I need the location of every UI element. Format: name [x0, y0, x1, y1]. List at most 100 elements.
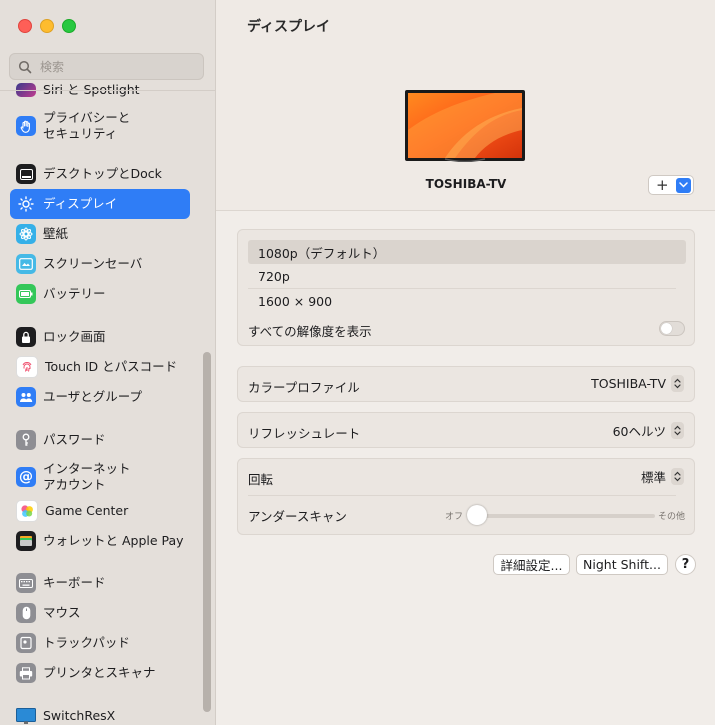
- printer-icon: [16, 663, 36, 683]
- flower-icon: [16, 224, 36, 244]
- sidebar-item-label: ユーザとグループ: [43, 389, 143, 404]
- divider: [248, 495, 676, 496]
- sidebar-item-switchresx[interactable]: SwitchResX: [10, 703, 190, 725]
- sidebar-item-label: インターネット アカウント: [43, 461, 131, 492]
- sidebar-divider: [0, 90, 215, 91]
- resolution-group: 1080p（デフォルト） 720p 1600 × 900 すべての解像度を表示: [237, 229, 695, 346]
- sidebar-item-screensaver[interactable]: スクリーンセーバ: [10, 249, 190, 279]
- search-input[interactable]: [38, 58, 192, 75]
- underscan-label: アンダースキャン: [248, 509, 347, 524]
- sidebar-item-game-center[interactable]: Game Center: [10, 496, 190, 526]
- sidebar-item-label: スクリーンセーバ: [43, 256, 143, 271]
- sidebar: Siri と Spotlight プライバシーと セキュリティ デスクトップとD…: [0, 0, 216, 725]
- sidebar-item-label: Game Center: [45, 503, 129, 518]
- search-field[interactable]: [9, 53, 204, 80]
- sidebar-item-desktop-dock[interactable]: デスクトップとDock: [10, 159, 190, 189]
- display-pane: TOSHIBA-TV + ディスプレイ 1080p（デフォルト） 720p 16…: [216, 0, 715, 725]
- help-button[interactable]: ?: [675, 554, 696, 575]
- monitor-icon: [16, 706, 36, 725]
- sidebar-item-printers[interactable]: プリンタとスキャナ: [10, 658, 190, 688]
- key-icon: [16, 430, 36, 450]
- sidebar-item-label: バッテリー: [43, 286, 106, 301]
- sidebar-item-trackpad[interactable]: トラックパッド: [10, 628, 190, 658]
- fingerprint-icon: [16, 356, 38, 378]
- sidebar-item-users[interactable]: ユーザとグループ: [10, 382, 190, 412]
- sidebar-item-battery[interactable]: バッテリー: [10, 279, 190, 309]
- sidebar-item-label: Touch ID とパスコード: [45, 359, 178, 374]
- refresh-rate-group: リフレッシュレート 60ヘルツ: [237, 412, 695, 448]
- rotation-value: 標準: [640, 470, 666, 485]
- mouse-icon: [16, 603, 36, 623]
- search-icon: [18, 60, 32, 73]
- minimize-button[interactable]: [40, 19, 54, 33]
- sidebar-item-passwords[interactable]: パスワード: [10, 425, 190, 455]
- sidebar-item-label: パスワード: [43, 432, 106, 447]
- plus-icon: +: [656, 176, 669, 194]
- refresh-rate-value: 60ヘルツ: [612, 424, 666, 439]
- sidebar-item-label: マウス: [43, 605, 81, 620]
- settings-window: Siri と Spotlight プライバシーと セキュリティ デスクトップとD…: [0, 0, 715, 725]
- chevron-down-icon: [676, 177, 691, 193]
- resolution-option-1080p[interactable]: 1080p（デフォルト）: [248, 240, 686, 264]
- color-profile-group: カラープロファイル TOSHIBA-TV: [237, 366, 695, 402]
- popup-arrows-icon: [671, 468, 684, 485]
- sidebar-item-label: ウォレットと Apple Pay: [43, 533, 184, 548]
- lock-icon: [16, 327, 36, 347]
- users-icon: [16, 387, 36, 407]
- underscan-slider-track[interactable]: [467, 514, 655, 518]
- rotation-popup[interactable]: 標準: [641, 467, 684, 486]
- color-profile-value: TOSHIBA-TV: [591, 376, 666, 391]
- display-name: TOSHIBA-TV: [425, 177, 507, 191]
- popup-arrows-icon: [671, 375, 684, 392]
- sidebar-item-keyboard[interactable]: キーボード: [10, 568, 190, 598]
- show-all-resolutions-label: すべての解像度を表示: [248, 324, 372, 339]
- sidebar-item-wallet[interactable]: ウォレットと Apple Pay: [10, 526, 190, 556]
- wallet-icon: [16, 531, 36, 551]
- page-title: ディスプレイ: [247, 19, 331, 35]
- sidebar-item-touch-id[interactable]: Touch ID とパスコード: [10, 352, 190, 382]
- night-shift-button[interactable]: Night Shift...: [576, 554, 668, 575]
- trackpad-icon: [16, 633, 36, 653]
- sidebar-item-display[interactable]: ディスプレイ: [10, 189, 190, 219]
- underscan-slider-knob[interactable]: [467, 505, 487, 525]
- sidebar-item-label: プライバシーと セキュリティ: [43, 110, 131, 141]
- add-display-button[interactable]: +: [648, 175, 694, 195]
- underscan-min-label: オフ: [445, 512, 464, 522]
- sidebar-scrollbar[interactable]: [203, 352, 211, 712]
- game-center-icon: [16, 500, 38, 522]
- show-all-resolutions-toggle[interactable]: [659, 321, 685, 336]
- sidebar-item-label: デスクトップとDock: [43, 166, 162, 181]
- popup-arrows-icon: [671, 422, 684, 439]
- sidebar-item-label: SwitchResX: [43, 708, 116, 723]
- refresh-rate-label: リフレッシュレート: [248, 426, 361, 441]
- dock-icon: [16, 164, 36, 184]
- advanced-button[interactable]: 詳細設定...: [493, 554, 570, 575]
- sidebar-item-internet-accounts[interactable]: @ インターネット アカウント: [10, 457, 190, 497]
- sidebar-item-label: キーボード: [43, 575, 106, 590]
- zoom-button[interactable]: [62, 19, 76, 33]
- tv-monitor-icon[interactable]: [405, 90, 525, 162]
- keyboard-icon: [16, 573, 36, 593]
- color-profile-popup[interactable]: TOSHIBA-TV: [591, 375, 684, 392]
- hand-icon: [16, 116, 36, 136]
- sidebar-item-label: プリンタとスキャナ: [43, 665, 156, 680]
- sidebar-item-mouse[interactable]: マウス: [10, 598, 190, 628]
- sidebar-item-label: トラックパッド: [43, 635, 130, 650]
- battery-icon: [16, 284, 36, 304]
- resolution-option-1600x900[interactable]: 1600 × 900: [248, 289, 686, 313]
- sidebar-item-label: 壁紙: [43, 226, 69, 241]
- sidebar-item-privacy[interactable]: プライバシーと セキュリティ: [10, 106, 190, 146]
- screensaver-icon: [16, 254, 36, 274]
- color-profile-label: カラープロファイル: [248, 380, 360, 395]
- underscan-max-label: その他: [658, 512, 686, 522]
- window-controls: [18, 19, 76, 33]
- close-button[interactable]: [18, 19, 32, 33]
- sidebar-item-wallpaper[interactable]: 壁紙: [10, 219, 190, 249]
- resolution-option-720p[interactable]: 720p: [248, 264, 686, 288]
- refresh-rate-popup[interactable]: 60ヘルツ: [613, 421, 684, 440]
- at-icon: @: [16, 467, 36, 487]
- rotation-underscan-group: 回転 標準 アンダースキャン オフ その他: [237, 458, 695, 535]
- sun-icon: [16, 194, 36, 214]
- rotation-label: 回転: [248, 472, 274, 487]
- sidebar-item-lock-screen[interactable]: ロック画面: [10, 322, 190, 352]
